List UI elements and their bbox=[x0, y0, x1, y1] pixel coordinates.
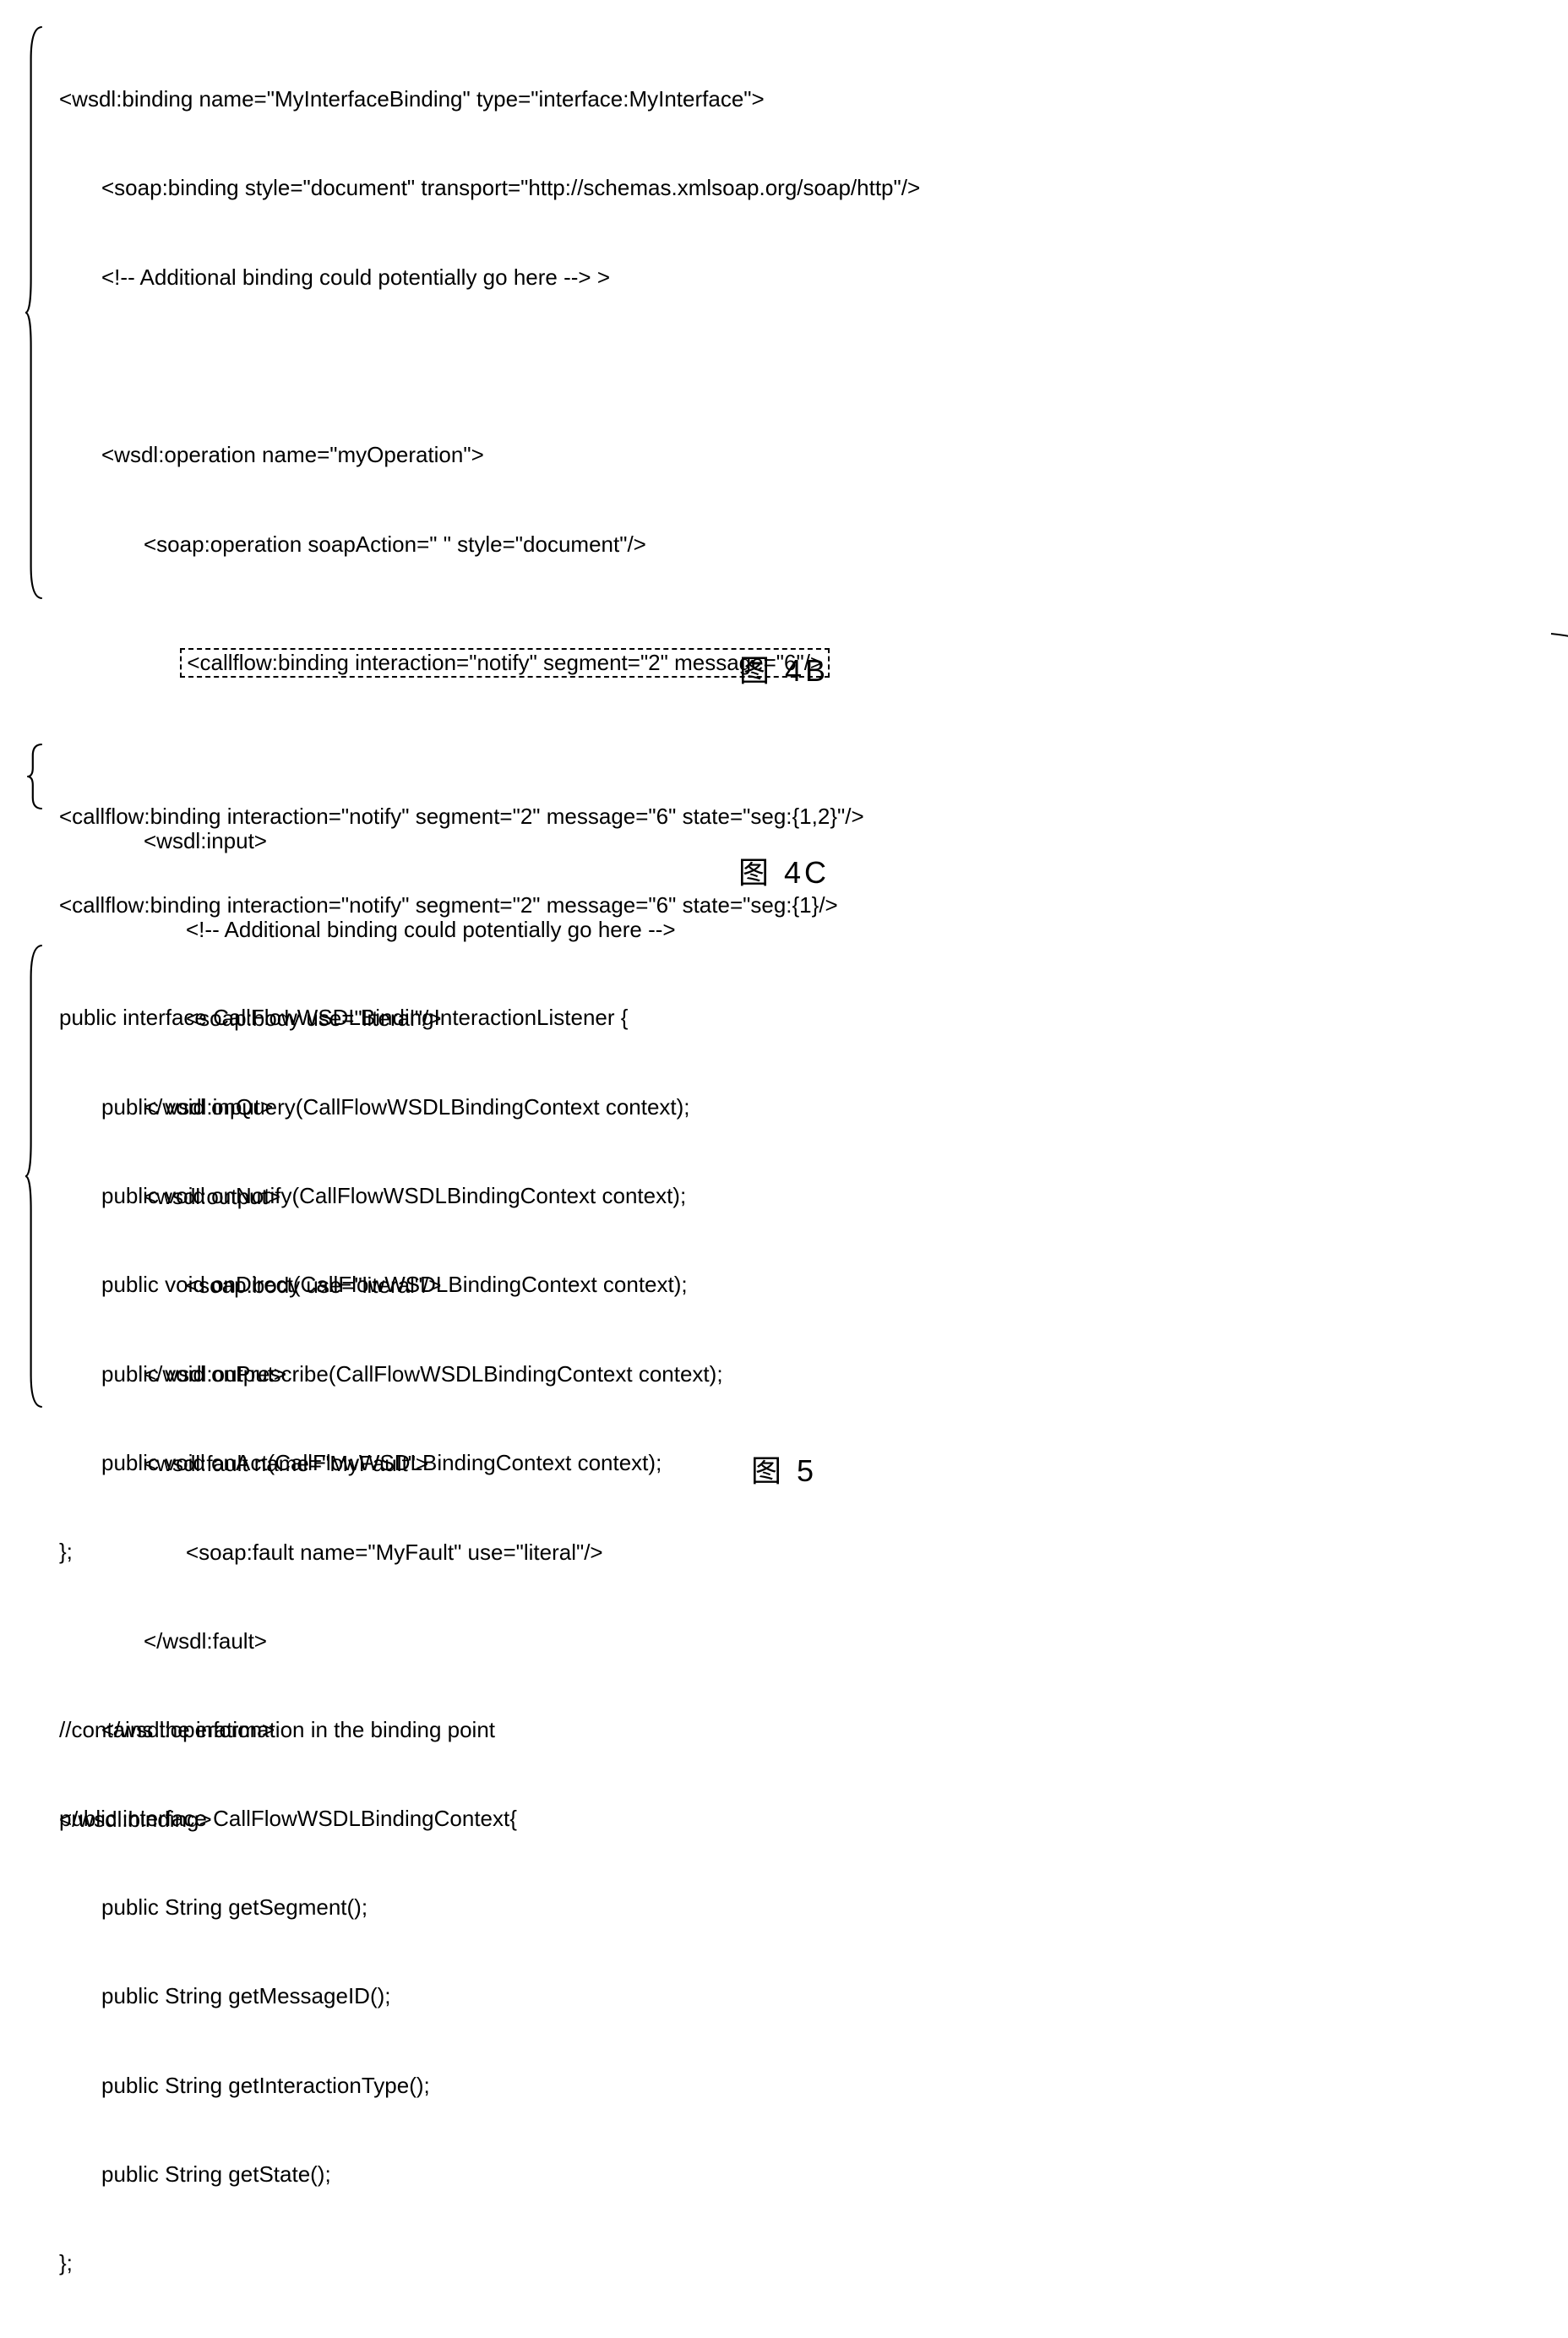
code-line: public void onNotify(CallFlowWSDLBinding… bbox=[59, 1181, 1551, 1211]
code-line bbox=[59, 1626, 1551, 1655]
code-block-5: public interface CallFlowWSDLBindingInte… bbox=[59, 944, 1551, 2337]
code-line: public String getSegment(); bbox=[59, 1893, 1551, 1922]
code-line: <soap:operation soapAction=" " style="do… bbox=[59, 530, 1551, 559]
highlighted-box: <callflow:binding interaction="notify" s… bbox=[180, 648, 830, 678]
brace-icon bbox=[25, 944, 44, 1409]
code-line: <callflow:binding interaction="notify" s… bbox=[59, 802, 1551, 831]
code-line: public String getMessageID(); bbox=[59, 1981, 1551, 2011]
code-line: public interface CallFlowWSDLBindingInte… bbox=[59, 1003, 1551, 1033]
code-line: <wsdl:operation name="myOperation"> bbox=[59, 440, 1551, 470]
code-line: public String getState(); bbox=[59, 2160, 1551, 2189]
figure-5: public interface CallFlowWSDLBindingInte… bbox=[17, 944, 1551, 1417]
code-line: <!-- Additional binding could potentiall… bbox=[59, 263, 1551, 292]
callout-connector bbox=[1551, 630, 1568, 664]
code-line: public interface CallFlowWSDLBindingCont… bbox=[59, 1804, 1551, 1834]
code-line: public void onPrescribe(CallFlowWSDLBind… bbox=[59, 1360, 1551, 1389]
figure-4b: <wsdl:binding name="MyInterfaceBinding" … bbox=[17, 25, 1551, 617]
code-line bbox=[59, 352, 1551, 381]
code-line: <wsdl:binding name="MyInterfaceBinding" … bbox=[59, 84, 1551, 114]
code-line: public String getInteractionType(); bbox=[59, 2071, 1551, 2101]
brace-icon bbox=[25, 25, 44, 600]
code-line: //contains the information in the bindin… bbox=[59, 1715, 1551, 1745]
code-line: <soap:binding style="document" transport… bbox=[59, 173, 1551, 203]
code-line: <callflow:binding interaction="notify" s… bbox=[59, 891, 1551, 920]
code-line: public void onDirect(CallFlowWSDLBinding… bbox=[59, 1270, 1551, 1300]
figure-4c: <callflow:binding interaction="notify" s… bbox=[17, 743, 1551, 819]
brace-icon bbox=[25, 743, 44, 810]
code-line: }; bbox=[59, 1537, 1551, 1567]
code-line: public void onAct(CallFlowWSDLBindingCon… bbox=[59, 1448, 1551, 1478]
code-line: }; bbox=[59, 2248, 1551, 2278]
code-line: public void onQuery(CallFlowWSDLBindingC… bbox=[59, 1093, 1551, 1122]
